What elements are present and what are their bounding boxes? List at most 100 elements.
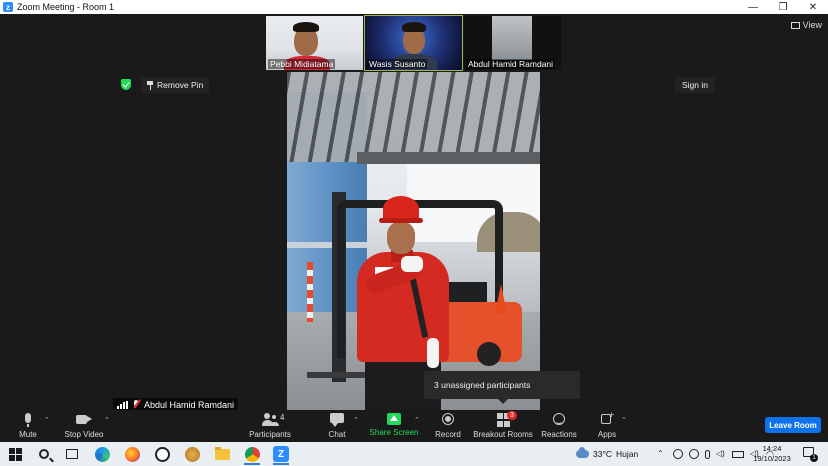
traffic-cone [495,284,507,314]
window-controls: — ❐ ✕ [738,0,828,14]
task-view-button[interactable] [64,446,80,462]
participants-count: 4 [280,413,285,422]
participants-label: Participants [249,430,291,439]
participant-video [492,16,532,60]
main-video [287,72,540,410]
chat-icon [329,413,345,427]
zoom-logo-icon: z [3,2,13,12]
battery-icon[interactable] [732,450,744,458]
view-grid-icon [790,21,800,29]
browser-icon [184,446,200,462]
stop-video-button[interactable]: Stop Video [62,410,106,442]
mute-button[interactable]: Mute [14,410,42,442]
meeting-toolbar: Mute ⌃ Stop Video ⌃ Participants 4 Chat … [0,410,828,442]
window-title: Zoom Meeting - Room 1 [17,2,115,12]
zoom-taskbar-button[interactable]: Z [273,446,289,462]
stop-video-label: Stop Video [64,430,104,439]
chat-button[interactable]: Chat [325,410,349,442]
folder-icon [214,446,230,460]
apps-button[interactable]: Apps [595,410,619,442]
start-button[interactable] [7,446,23,462]
gallery-tile[interactable]: Wasis Susanto [364,15,463,71]
view-label: View [802,20,822,30]
firefox-icon [124,446,140,462]
share-screen-icon [387,413,401,425]
clock-time: 14:24 [762,444,782,453]
chat-options-caret-icon[interactable]: ⌃ [353,416,359,424]
sign-in-button[interactable]: Sign in [675,77,715,93]
tooltip-text: 3 unassigned participants [434,380,531,390]
participants-button[interactable]: Participants [248,410,292,442]
participant-hair [293,22,319,32]
person-face [387,222,415,254]
remove-pin-button[interactable]: Remove Pin [141,77,210,93]
tray-camera-icon[interactable] [689,449,699,459]
audio-options-caret-icon[interactable]: ⌃ [44,416,50,424]
restore-button[interactable]: ❐ [768,0,798,14]
view-button[interactable]: View [790,20,822,30]
notifications-badge: 1 [810,454,818,462]
mute-label: Mute [19,430,37,439]
gallery-tile[interactable]: Abdul Hamid Ramdani [464,16,561,70]
rain-cloud-icon [576,447,589,458]
whatsapp-taskbar-button[interactable] [154,446,170,462]
task-view-icon [66,449,78,459]
apps-icon [599,410,615,427]
tray-overflow-icon[interactable]: ⌃ [657,449,667,459]
chat-label: Chat [328,430,346,439]
chrome-taskbar-button[interactable] [244,446,260,462]
chrome-icon [244,446,260,462]
tray-app-icon[interactable] [673,449,683,459]
person-glove [401,256,423,272]
zoom-app-icon: Z [273,446,289,462]
close-button[interactable]: ✕ [798,0,828,14]
apps-options-caret-icon[interactable]: ⌃ [621,416,627,424]
microphone-icon [20,413,36,427]
search-icon [39,449,49,459]
share-screen-button[interactable]: Share Screen [370,410,418,442]
participant-hair [402,22,426,32]
breakout-rooms-badge: 3 [507,411,517,420]
video-canopy-beam [357,152,540,164]
video-options-caret-icon[interactable]: ⌃ [104,416,110,424]
record-label: Record [435,430,461,439]
minimize-button[interactable]: — [738,0,768,14]
chrome-active-indicator [244,463,260,465]
zoom-active-indicator [273,463,289,465]
shield-check-icon[interactable] [121,79,131,90]
video-pole [307,262,313,322]
unassigned-tooltip: 3 unassigned participants [424,371,580,404]
leave-room-button[interactable]: Leave Room [765,417,821,433]
volume-icon[interactable]: ◁) [716,449,726,459]
apps-label: Apps [597,430,617,439]
reactions-button[interactable]: Reactions [541,410,577,442]
weather-temp: 33°C [593,449,612,459]
weather-widget[interactable]: 33°C Hujan [576,442,638,466]
taskbar-clock[interactable]: 14:24 19/10/2023 [752,444,792,464]
pin-icon [147,81,153,90]
firefox-taskbar-button[interactable] [124,446,140,462]
video-canopy [287,72,540,162]
file-explorer-taskbar-button[interactable] [214,446,230,462]
edge-icon [94,446,110,462]
whatsapp-icon [154,446,170,462]
edge-taskbar-button[interactable] [94,446,110,462]
gallery-tile[interactable]: Pebbi Midiatama [266,16,363,70]
participants-icon [262,413,278,427]
breakout-rooms-button[interactable]: Breakout Rooms [473,410,533,442]
windows-logo-icon [8,447,22,461]
video-camera-icon [76,413,92,427]
forklift-wheel [477,342,501,366]
gallery-strip: Pebbi Midiatama Wasis Susanto Abdul Hami… [266,15,561,71]
main-video-name: Abdul Hamid Ramdani [144,399,235,410]
breakout-rooms-label: Breakout Rooms [473,430,533,439]
browser-taskbar-button[interactable] [184,446,200,462]
mic-muted-icon [132,400,140,409]
participant-name: Wasis Susanto [367,59,428,69]
title-bar: z Zoom Meeting - Room 1 — ❐ ✕ [0,0,828,14]
person-glove-left [427,338,439,368]
search-button[interactable] [36,446,52,462]
tray-mic-icon[interactable] [705,449,710,459]
record-button[interactable]: Record [434,410,462,442]
share-options-caret-icon[interactable]: ⌃ [414,416,420,424]
